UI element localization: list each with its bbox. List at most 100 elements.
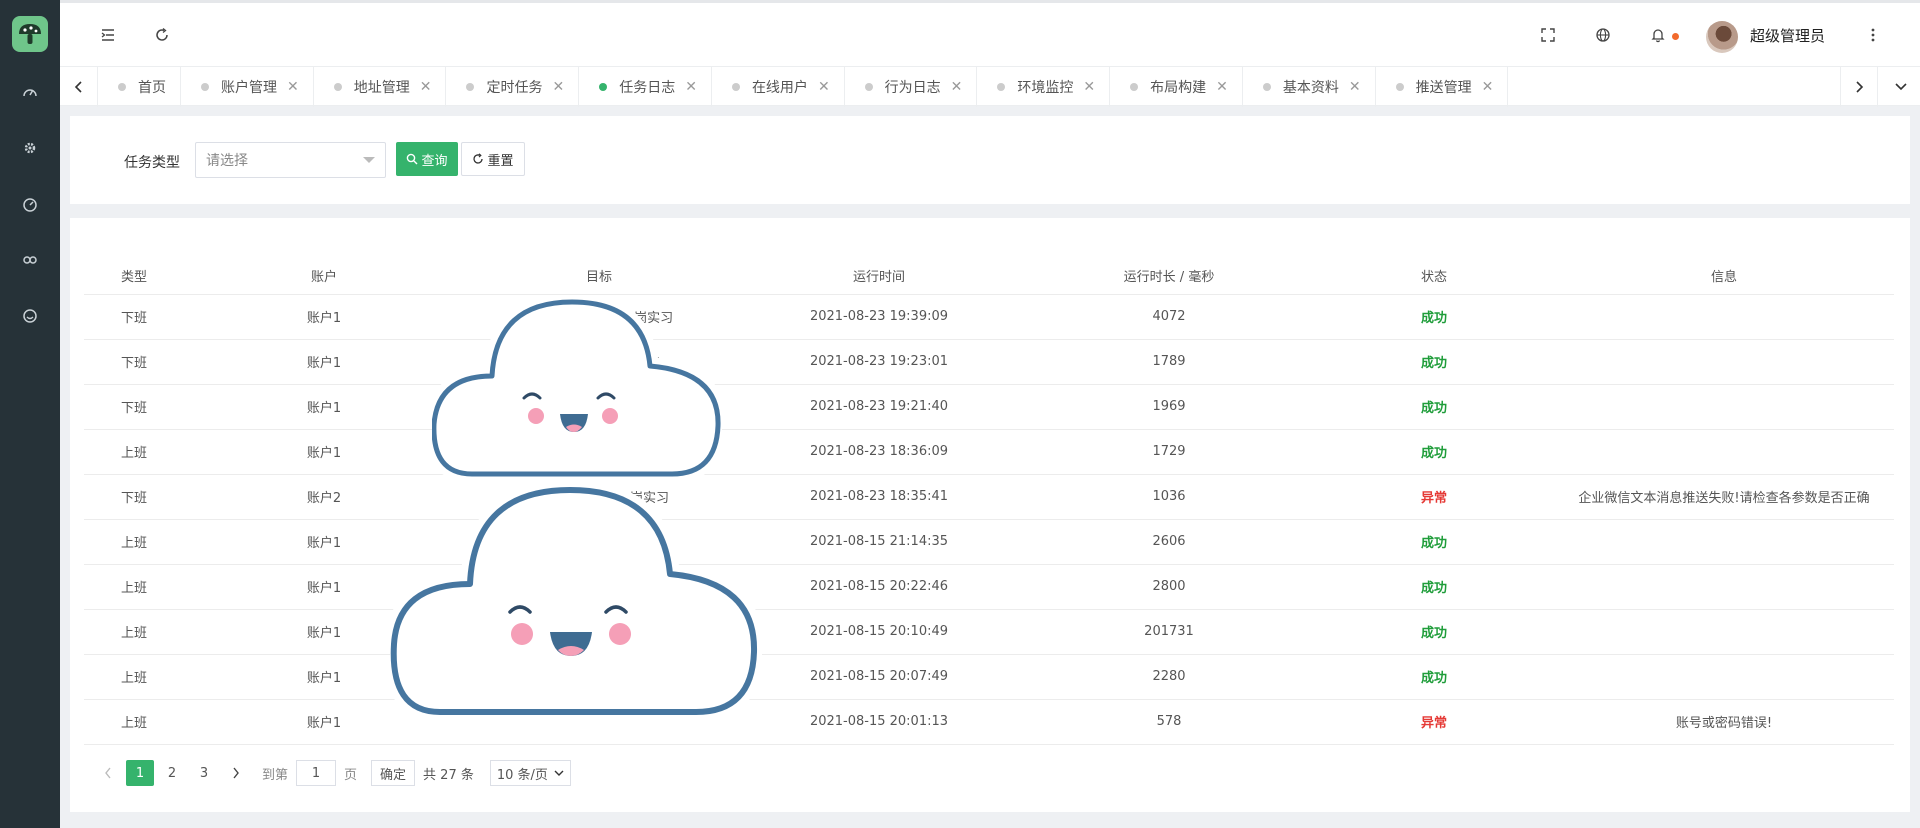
cell-run-time: 2021-08-23 18:36:09 (734, 429, 1024, 475)
tab-item[interactable]: 基本资料 ✕ (1243, 67, 1376, 107)
gear-icon[interactable] (20, 138, 40, 158)
goto-confirm-button[interactable]: 确定 (371, 760, 416, 786)
column-header: 账户 (184, 258, 464, 295)
cell-type: 下班 (84, 384, 184, 430)
tab-menu-chevron-down-icon[interactable] (1882, 67, 1920, 107)
tab-label: 布局构建 (1150, 80, 1207, 96)
cell-type: 上班 (84, 429, 184, 475)
dashboard-icon[interactable] (20, 82, 40, 102)
prev-page-icon[interactable] (94, 760, 122, 786)
username[interactable]: 超级管理员 (1750, 25, 1825, 46)
tab-item[interactable]: 在线用户 ✕ (712, 67, 845, 107)
table-row[interactable]: 上班 账户1 2021-08-15 20:10:49 201731 成功 (84, 609, 1894, 655)
tab-status-dot (731, 83, 740, 91)
tab-label: 推送管理 (1415, 80, 1472, 96)
query-button[interactable]: 查询 (396, 142, 458, 176)
speedometer-icon[interactable] (20, 194, 40, 214)
tab-item[interactable]: 账户管理 ✕ (181, 67, 314, 107)
reset-button[interactable]: 重置 (461, 142, 525, 176)
column-header: 信息 (1554, 258, 1894, 295)
close-icon[interactable]: ✕ (685, 79, 697, 95)
tab-item[interactable]: 定时任务 ✕ (446, 67, 580, 107)
tab-item[interactable]: 推送管理 ✕ (1376, 67, 1509, 107)
table-row[interactable]: 上班 账户1 2021-08-23 18:36:09 1729 成功 (84, 429, 1894, 475)
cell-status: 成功 (1314, 294, 1554, 340)
close-icon[interactable]: ✕ (818, 79, 830, 95)
link-icon[interactable] (20, 250, 40, 270)
tab-label: 首页 (138, 80, 166, 96)
close-icon[interactable]: ✕ (552, 79, 564, 95)
tab-label: 行为日志 (884, 80, 941, 96)
cell-type: 下班 (84, 294, 184, 340)
table-row[interactable]: 上班 账户1 2021-08-15 20:22:46 2800 成功 (84, 564, 1894, 610)
sidebar (0, 0, 60, 828)
cell-run-time: 2021-08-15 20:10:49 (734, 609, 1024, 655)
cell-status: 异常 (1314, 699, 1554, 745)
task-type-select[interactable]: 请选择 (195, 142, 386, 178)
page-number[interactable]: 2 (158, 760, 186, 786)
close-icon[interactable]: ✕ (1216, 79, 1228, 95)
page-number[interactable]: 1 (126, 760, 154, 786)
app-logo[interactable] (12, 16, 48, 52)
bell-icon[interactable] (1646, 23, 1670, 47)
page-size-select[interactable]: 10 条/页 (489, 760, 571, 786)
query-button-label: 查询 (421, 153, 448, 169)
cell-type: 上班 (84, 699, 184, 745)
close-icon[interactable]: ✕ (420, 79, 432, 95)
tab-status-dot (1262, 83, 1271, 91)
cell-account: 账户1 (184, 294, 464, 340)
cell-account: 账户1 (184, 429, 464, 475)
table-row[interactable]: 上班 账户1 2021-08-15 20:07:49 2280 成功 (84, 654, 1894, 700)
page-suffix: 页 (344, 767, 358, 783)
table-row[interactable]: 下班账户2向)跟岗实习2021-08-23 18:35:411036异常企业微信… (84, 474, 1894, 520)
column-header: 运行时间 (734, 258, 1024, 295)
tab-status-dot (1395, 83, 1404, 91)
cell-status: 成功 (1314, 654, 1554, 700)
table-row[interactable]: 上班 账户1 2021-08-15 20:01:13 578 异常 账号或密码错误! (84, 699, 1894, 745)
reset-button-label: 重置 (487, 153, 514, 169)
menu-fold-icon[interactable] (96, 23, 120, 47)
cell-info (1554, 339, 1894, 385)
more-vertical-icon[interactable] (1861, 23, 1885, 47)
avatar[interactable] (1706, 21, 1738, 53)
tab-item[interactable]: 首页✕ (98, 67, 181, 107)
cell-info (1554, 564, 1894, 610)
tab-scroll-right-icon[interactable] (1840, 67, 1878, 107)
cell-type: 下班 (84, 474, 184, 520)
page-number[interactable]: 3 (190, 760, 218, 786)
table-row[interactable]: 下班 账户1 2021-08-23 19:21:40 1969 成功 (84, 384, 1894, 430)
close-icon[interactable]: ✕ (951, 79, 963, 95)
refresh-icon (473, 153, 484, 164)
fullscreen-icon[interactable] (1536, 23, 1560, 47)
table-row[interactable]: 下班账户1跟岗实习2021-08-23 19:23:011789成功 (84, 339, 1894, 385)
tab-label: 账户管理 (221, 80, 277, 96)
mushroom-icon (19, 24, 41, 44)
close-icon[interactable]: ✕ (287, 79, 299, 95)
tab-scroll-left-icon[interactable] (60, 67, 98, 107)
refresh-icon[interactable] (150, 23, 174, 47)
tab-item[interactable]: 环境监控 ✕ (977, 67, 1111, 107)
tab-status-dot (1130, 83, 1139, 91)
close-icon[interactable]: ✕ (1083, 79, 1095, 95)
tab-item[interactable]: 行为日志 ✕ (845, 67, 978, 107)
cell-status: 成功 (1314, 429, 1554, 475)
table-row[interactable]: 下班账户12向)跟岗实习2021-08-23 19:39:094072成功 (84, 294, 1894, 340)
table-body: 下班账户12向)跟岗实习2021-08-23 19:39:094072成功下班账… (84, 294, 1894, 745)
smile-icon[interactable] (20, 306, 40, 326)
goto-page-input[interactable]: 1 (296, 760, 337, 786)
close-icon[interactable]: ✕ (1482, 79, 1494, 95)
tab-item[interactable]: 任务日志 ✕ (579, 67, 712, 107)
tab-label: 定时任务 (486, 80, 543, 96)
cell-info (1554, 429, 1894, 475)
cell-run-time: 2021-08-23 19:23:01 (734, 339, 1024, 385)
tab-item[interactable]: 地址管理 ✕ (314, 67, 447, 107)
cell-status: 异常 (1314, 474, 1554, 520)
next-page-icon[interactable] (222, 760, 250, 786)
cell-account: 账户1 (184, 384, 464, 430)
cell-info: 企业微信文本消息推送失败!请检查各参数是否正确 (1554, 474, 1894, 520)
cell-info (1554, 519, 1894, 565)
globe-icon[interactable] (1591, 23, 1615, 47)
table-row[interactable]: 上班账户1岗实习2021-08-15 21:14:352606成功 (84, 519, 1894, 565)
tab-item[interactable]: 布局构建 ✕ (1110, 67, 1243, 107)
close-icon[interactable]: ✕ (1349, 79, 1361, 95)
